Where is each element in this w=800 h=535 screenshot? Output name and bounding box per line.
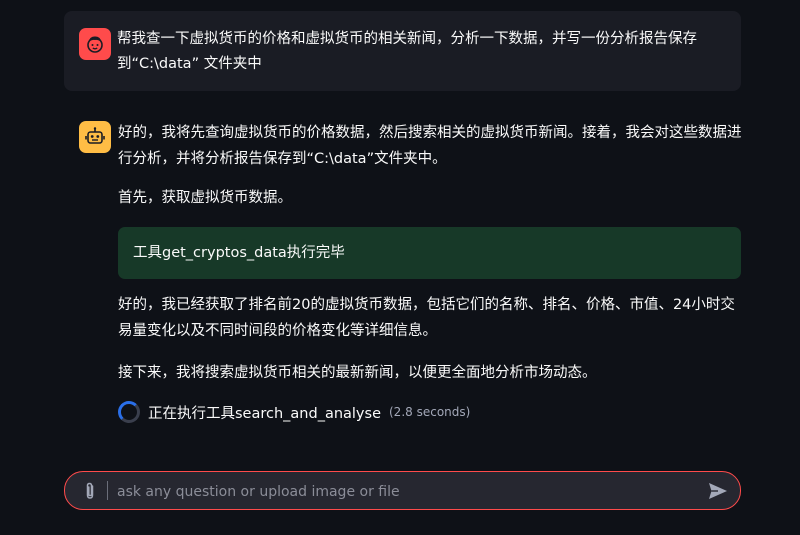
send-button[interactable] [706, 479, 730, 503]
input-divider [107, 481, 108, 500]
assistant-next-step-text: 接下来，我将搜索虚拟货币相关的最新新闻，以便更全面地分析市场动态。 [118, 365, 597, 381]
robot-icon [79, 121, 111, 153]
assistant-result-text: 好的，我已经获取了排名前20的虚拟货币数据，包括它们的名称、排名、价格、市值、2… [118, 297, 735, 339]
chat-input-field[interactable] [115, 478, 699, 505]
chat-input-bar [64, 471, 741, 510]
tool-result-text: 工具get_cryptos_data执行完毕 [133, 245, 345, 261]
user-message: 帮我查一下虚拟货币的价格和虚拟货币的相关新闻，分析一下数据，并写一份分析报告保存… [64, 11, 741, 91]
tool-result-box: 工具get_cryptos_data执行完毕 [118, 227, 741, 279]
assistant-intro-text: 好的，我将先查询虚拟货币的价格数据，然后搜索相关的虚拟货币新闻。接着，我会对这些… [118, 125, 742, 167]
paperclip-icon[interactable] [81, 481, 99, 501]
user-message-text: 帮我查一下虚拟货币的价格和虚拟货币的相关新闻，分析一下数据，并写一份分析报告保存… [117, 31, 697, 72]
tool-running-status: 正在执行工具search_and_analyse (2.8 seconds) [118, 400, 470, 424]
chat-page: 帮我查一下虚拟货币的价格和虚拟货币的相关新闻，分析一下数据，并写一份分析报告保存… [0, 0, 800, 535]
send-icon [709, 483, 727, 499]
assistant-step-text: 首先，获取虚拟货币数据。 [118, 190, 292, 206]
spinner-icon [118, 401, 140, 423]
user-face-icon [79, 28, 111, 60]
status-elapsed-time: (2.8 seconds) [389, 405, 471, 419]
status-text: 正在执行工具search_and_analyse [148, 405, 381, 422]
